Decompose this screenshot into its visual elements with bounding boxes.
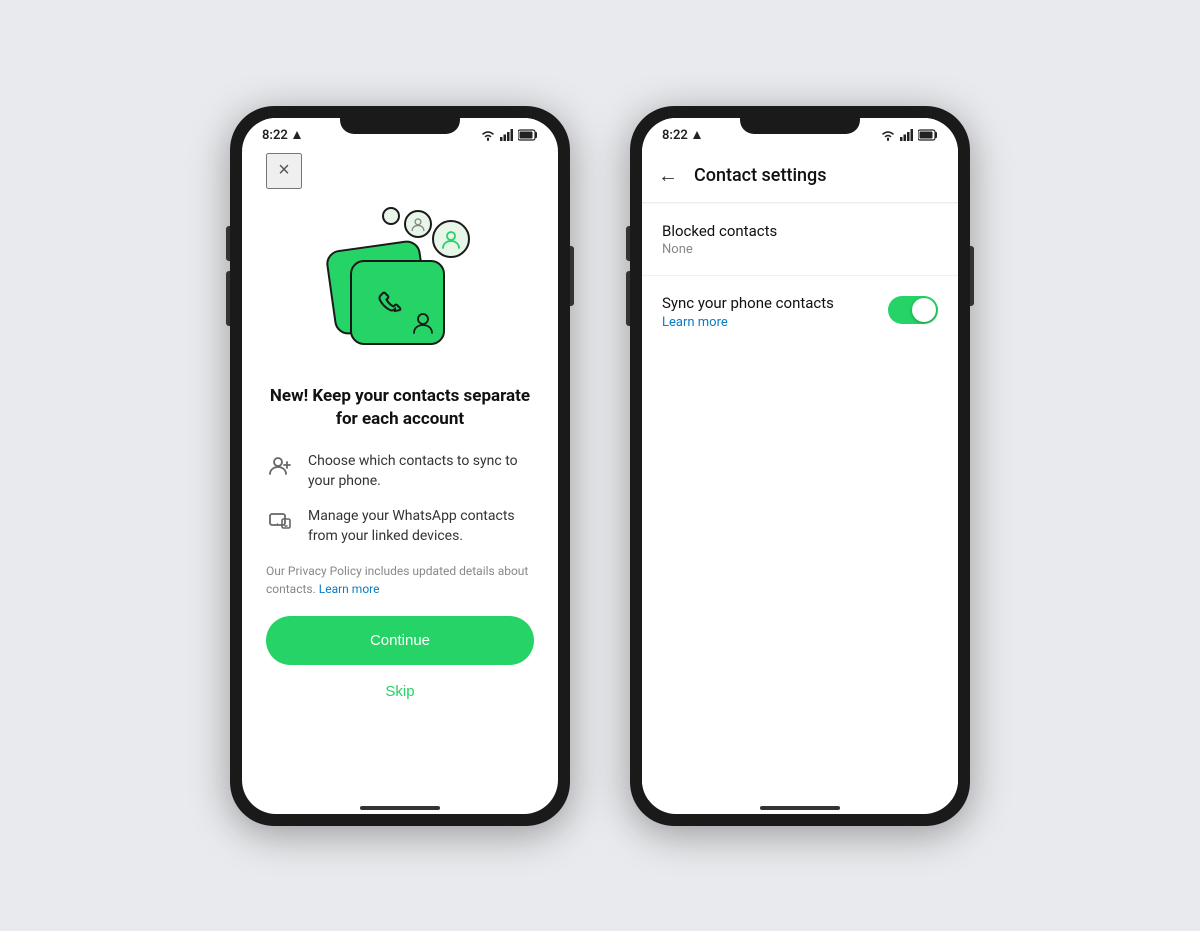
status-time-2: 8:22: [662, 128, 702, 143]
volume-down-button: [226, 271, 230, 326]
status-icons-2: [880, 129, 938, 141]
onboard-title: New! Keep your contacts separate for eac…: [266, 385, 534, 433]
phone-2-screen: 8:22: [642, 118, 958, 814]
feature-item-2: Manage your WhatsApp contacts from your …: [266, 507, 534, 546]
phone-1: 8:22: [230, 106, 570, 826]
signal-icon-2: [900, 129, 914, 141]
signal-icon: [500, 129, 514, 141]
bubble-1: [432, 220, 470, 258]
power-button: [570, 246, 574, 306]
volume-down-button-2: [626, 271, 630, 326]
status-bar-2: 8:22: [642, 118, 958, 149]
notification-icon-2: [692, 130, 702, 140]
close-button[interactable]: ×: [266, 153, 302, 189]
card-front: [350, 260, 445, 345]
feature-list: Choose which contacts to sync to your ph…: [266, 452, 534, 546]
status-bar-1: 8:22: [242, 118, 558, 149]
home-indicator-1: [360, 806, 440, 810]
illustration-area: [266, 185, 534, 385]
wifi-icon-2: [880, 129, 896, 141]
volume-up-button: [226, 226, 230, 261]
person-add-icon: [266, 452, 294, 480]
wifi-icon: [480, 129, 496, 141]
feature-2-text: Manage your WhatsApp contacts from your …: [308, 507, 534, 546]
toggle-knob: [912, 298, 936, 322]
phone-2: 8:22: [630, 106, 970, 826]
feature-item-1: Choose which contacts to sync to your ph…: [266, 452, 534, 491]
power-button-2: [970, 246, 974, 306]
settings-content: Blocked contacts None Sync your phone co…: [642, 204, 958, 800]
volume-up-button-2: [626, 226, 630, 261]
contact-settings-screen: ← Contact settings Blocked contacts None…: [642, 149, 958, 800]
blocked-contacts-label: Blocked contacts: [662, 222, 938, 240]
notification-icon: [292, 130, 302, 140]
bubble-2: [404, 210, 432, 238]
phones-container: 8:22: [230, 106, 970, 826]
learn-more-link-2[interactable]: Learn more: [662, 315, 888, 330]
continue-button[interactable]: Continue: [266, 616, 534, 665]
battery-icon-2: [918, 129, 938, 141]
sync-contacts-text: Sync your phone contacts Learn more: [662, 294, 888, 330]
sync-contacts-label: Sync your phone contacts: [662, 294, 888, 312]
person-on-card: [409, 309, 437, 337]
contacts-illustration: [320, 215, 480, 365]
phone-icon-2: [367, 282, 407, 322]
back-button[interactable]: ←: [658, 163, 678, 188]
battery-icon: [518, 129, 538, 141]
time-label-2: 8:22: [662, 128, 688, 143]
status-time-1: 8:22: [262, 128, 302, 143]
blocked-contacts-value: None: [662, 242, 938, 257]
bubble-3: [382, 207, 400, 225]
status-icons-1: [480, 129, 538, 141]
devices-icon: [266, 507, 294, 535]
person-bubble-2: [410, 216, 426, 232]
phone-1-screen: 8:22: [242, 118, 558, 814]
settings-header: ← Contact settings: [642, 149, 958, 203]
feature-1-text: Choose which contacts to sync to your ph…: [308, 452, 534, 491]
privacy-note: Our Privacy Policy includes updated deta…: [266, 562, 534, 598]
sync-contacts-row: Sync your phone contacts Learn more: [642, 276, 958, 348]
learn-more-link-1[interactable]: Learn more: [319, 582, 380, 596]
blocked-contacts-row[interactable]: Blocked contacts None: [642, 204, 958, 276]
sync-toggle[interactable]: [888, 296, 938, 324]
home-indicator-2: [760, 806, 840, 810]
time-label: 8:22: [262, 128, 288, 143]
person-bubble-1: [440, 228, 462, 250]
skip-button[interactable]: Skip: [266, 677, 534, 706]
onboarding-screen: ×: [242, 149, 558, 800]
settings-title: Contact settings: [694, 165, 827, 186]
